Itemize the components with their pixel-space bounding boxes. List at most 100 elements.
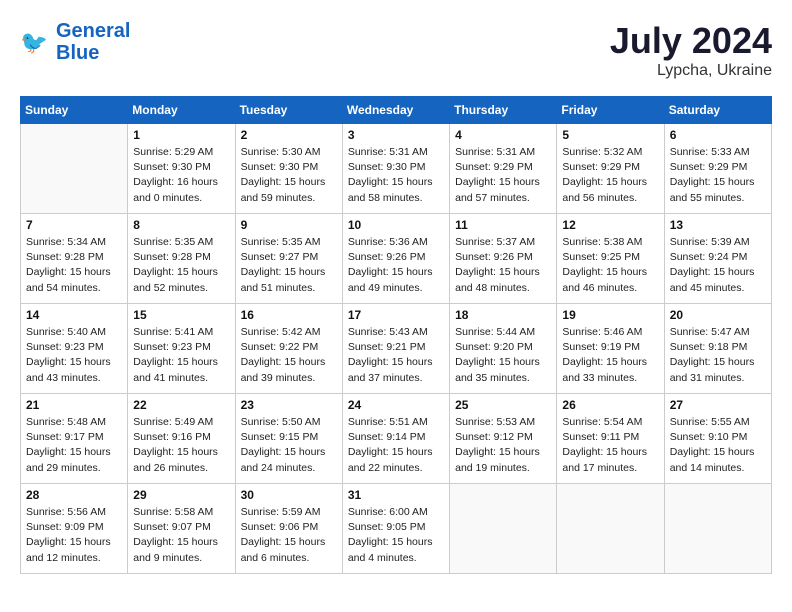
calendar-cell: 27 Sunrise: 5:55 AMSunset: 9:10 PMDayligh… (664, 394, 771, 484)
day-number: 1 (133, 128, 229, 142)
day-number: 30 (241, 488, 337, 502)
calendar-week-row: 28 Sunrise: 5:56 AMSunset: 9:09 PMDayligh… (21, 484, 772, 574)
calendar-cell: 23Sunrise: 5:50 AMSunset: 9:15 PMDayligh… (235, 394, 342, 484)
day-info: Sunrise: 5:37 AMSunset: 9:26 PMDaylight:… (455, 235, 551, 296)
day-number: 4 (455, 128, 551, 142)
calendar-cell: 2Sunrise: 5:30 AMSunset: 9:30 PMDaylight… (235, 124, 342, 214)
svg-text:🐦: 🐦 (20, 30, 48, 55)
day-info: Sunrise: 5:29 AMSunset: 9:30 PMDaylight:… (133, 145, 229, 206)
day-number: 21 (26, 398, 122, 412)
weekday-header: Saturday (664, 97, 771, 124)
day-info: Sunrise: 5:53 AMSunset: 9:12 PMDaylight:… (455, 415, 551, 476)
calendar-cell: 8Sunrise: 5:35 AMSunset: 9:28 PMDaylight… (128, 214, 235, 304)
calendar-cell: 13Sunrise: 5:39 AMSunset: 9:24 PMDayligh… (664, 214, 771, 304)
calendar-cell: 11 Sunrise: 5:37 AMSunset: 9:26 PMDayligh… (450, 214, 557, 304)
day-info: Sunrise: 5:39 AMSunset: 9:24 PMDaylight:… (670, 235, 766, 296)
calendar-cell: 20 Sunrise: 5:47 AMSunset: 9:18 PMDayligh… (664, 304, 771, 394)
calendar-table: SundayMondayTuesdayWednesdayThursdayFrid… (20, 96, 772, 574)
calendar-cell: 17 Sunrise: 5:43 AMSunset: 9:21 PMDayligh… (342, 304, 449, 394)
day-number: 16 (241, 308, 337, 322)
calendar-cell: 18Sunrise: 5:44 AMSunset: 9:20 PMDayligh… (450, 304, 557, 394)
logo: 🐦 General Blue (20, 20, 130, 64)
day-info: Sunrise: 5:38 AMSunset: 9:25 PMDaylight:… (562, 235, 658, 296)
day-info: Sunrise: 5:59 AMSunset: 9:06 PMDaylight:… (241, 505, 337, 566)
day-number: 11 (455, 218, 551, 232)
day-number: 20 (670, 308, 766, 322)
day-info: Sunrise: 5:32 AMSunset: 9:29 PMDaylight:… (562, 145, 658, 206)
day-info: Sunrise: 5:50 AMSunset: 9:15 PMDaylight:… (241, 415, 337, 476)
calendar-week-row: 14Sunrise: 5:40 AMSunset: 9:23 PMDayligh… (21, 304, 772, 394)
day-info: Sunrise: 5:31 AMSunset: 9:29 PMDaylight:… (455, 145, 551, 206)
day-number: 6 (670, 128, 766, 142)
calendar-cell: 24 Sunrise: 5:51 AMSunset: 9:14 PMDayligh… (342, 394, 449, 484)
day-info: Sunrise: 5:35 AMSunset: 9:27 PMDaylight:… (241, 235, 337, 296)
calendar-week-row: 7Sunrise: 5:34 AMSunset: 9:28 PMDaylight… (21, 214, 772, 304)
calendar-cell: 7Sunrise: 5:34 AMSunset: 9:28 PMDaylight… (21, 214, 128, 304)
title-block: July 2024 Lypcha, Ukraine (610, 20, 772, 80)
day-info: Sunrise: 5:43 AMSunset: 9:21 PMDaylight:… (348, 325, 444, 386)
calendar-cell (450, 484, 557, 574)
day-number: 5 (562, 128, 658, 142)
day-number: 17 (348, 308, 444, 322)
day-info: Sunrise: 5:35 AMSunset: 9:28 PMDaylight:… (133, 235, 229, 296)
day-number: 15 (133, 308, 229, 322)
logo-text: General (56, 20, 130, 42)
day-number: 9 (241, 218, 337, 232)
calendar-cell: 15Sunrise: 5:41 AMSunset: 9:23 PMDayligh… (128, 304, 235, 394)
day-info: Sunrise: 5:56 AMSunset: 9:09 PMDaylight:… (26, 505, 122, 566)
day-info: Sunrise: 5:42 AMSunset: 9:22 PMDaylight:… (241, 325, 337, 386)
calendar-cell: 26 Sunrise: 5:54 AMSunset: 9:11 PMDayligh… (557, 394, 664, 484)
calendar-cell: 19 Sunrise: 5:46 AMSunset: 9:19 PMDayligh… (557, 304, 664, 394)
weekday-header: Thursday (450, 97, 557, 124)
day-number: 27 (670, 398, 766, 412)
day-number: 22 (133, 398, 229, 412)
day-number: 3 (348, 128, 444, 142)
calendar-cell: 10Sunrise: 5:36 AMSunset: 9:26 PMDayligh… (342, 214, 449, 304)
day-number: 24 (348, 398, 444, 412)
weekday-header: Sunday (21, 97, 128, 124)
calendar-cell (557, 484, 664, 574)
logo-text2: Blue (56, 42, 130, 64)
calendar-cell: 3 Sunrise: 5:31 AMSunset: 9:30 PMDaylight… (342, 124, 449, 214)
calendar-header-row: SundayMondayTuesdayWednesdayThursdayFrid… (21, 97, 772, 124)
weekday-header: Tuesday (235, 97, 342, 124)
day-number: 14 (26, 308, 122, 322)
calendar-cell: 14Sunrise: 5:40 AMSunset: 9:23 PMDayligh… (21, 304, 128, 394)
day-number: 19 (562, 308, 658, 322)
location-subtitle: Lypcha, Ukraine (610, 62, 772, 80)
day-number: 12 (562, 218, 658, 232)
day-number: 2 (241, 128, 337, 142)
calendar-cell: 21Sunrise: 5:48 AMSunset: 9:17 PMDayligh… (21, 394, 128, 484)
calendar-cell: 5 Sunrise: 5:32 AMSunset: 9:29 PMDaylight… (557, 124, 664, 214)
calendar-cell: 30 Sunrise: 5:59 AMSunset: 9:06 PMDayligh… (235, 484, 342, 574)
day-info: Sunrise: 5:31 AMSunset: 9:30 PMDaylight:… (348, 145, 444, 206)
calendar-cell (664, 484, 771, 574)
day-info: Sunrise: 5:46 AMSunset: 9:19 PMDaylight:… (562, 325, 658, 386)
month-year-title: July 2024 (610, 20, 772, 62)
calendar-cell: 25 Sunrise: 5:53 AMSunset: 9:12 PMDayligh… (450, 394, 557, 484)
day-number: 31 (348, 488, 444, 502)
day-info: Sunrise: 5:33 AMSunset: 9:29 PMDaylight:… (670, 145, 766, 206)
calendar-cell: 4 Sunrise: 5:31 AMSunset: 9:29 PMDaylight… (450, 124, 557, 214)
calendar-cell: 28 Sunrise: 5:56 AMSunset: 9:09 PMDayligh… (21, 484, 128, 574)
day-info: Sunrise: 5:54 AMSunset: 9:11 PMDaylight:… (562, 415, 658, 476)
calendar-week-row: 1 Sunrise: 5:29 AMSunset: 9:30 PMDaylight… (21, 124, 772, 214)
day-number: 29 (133, 488, 229, 502)
day-info: Sunrise: 5:34 AMSunset: 9:28 PMDaylight:… (26, 235, 122, 296)
day-number: 25 (455, 398, 551, 412)
day-info: Sunrise: 5:51 AMSunset: 9:14 PMDaylight:… (348, 415, 444, 476)
calendar-cell (21, 124, 128, 214)
calendar-cell: 22Sunrise: 5:49 AMSunset: 9:16 PMDayligh… (128, 394, 235, 484)
day-info: Sunrise: 5:55 AMSunset: 9:10 PMDaylight:… (670, 415, 766, 476)
day-info: Sunrise: 5:47 AMSunset: 9:18 PMDaylight:… (670, 325, 766, 386)
calendar-cell: 29 Sunrise: 5:58 AMSunset: 9:07 PMDayligh… (128, 484, 235, 574)
day-number: 26 (562, 398, 658, 412)
calendar-week-row: 21Sunrise: 5:48 AMSunset: 9:17 PMDayligh… (21, 394, 772, 484)
calendar-cell: 9 Sunrise: 5:35 AMSunset: 9:27 PMDaylight… (235, 214, 342, 304)
page-header: 🐦 General Blue July 2024 Lypcha, Ukraine (20, 20, 772, 80)
weekday-header: Monday (128, 97, 235, 124)
day-number: 28 (26, 488, 122, 502)
calendar-cell: 6 Sunrise: 5:33 AMSunset: 9:29 PMDaylight… (664, 124, 771, 214)
calendar-cell: 31Sunrise: 6:00 AMSunset: 9:05 PMDayligh… (342, 484, 449, 574)
day-info: Sunrise: 5:58 AMSunset: 9:07 PMDaylight:… (133, 505, 229, 566)
